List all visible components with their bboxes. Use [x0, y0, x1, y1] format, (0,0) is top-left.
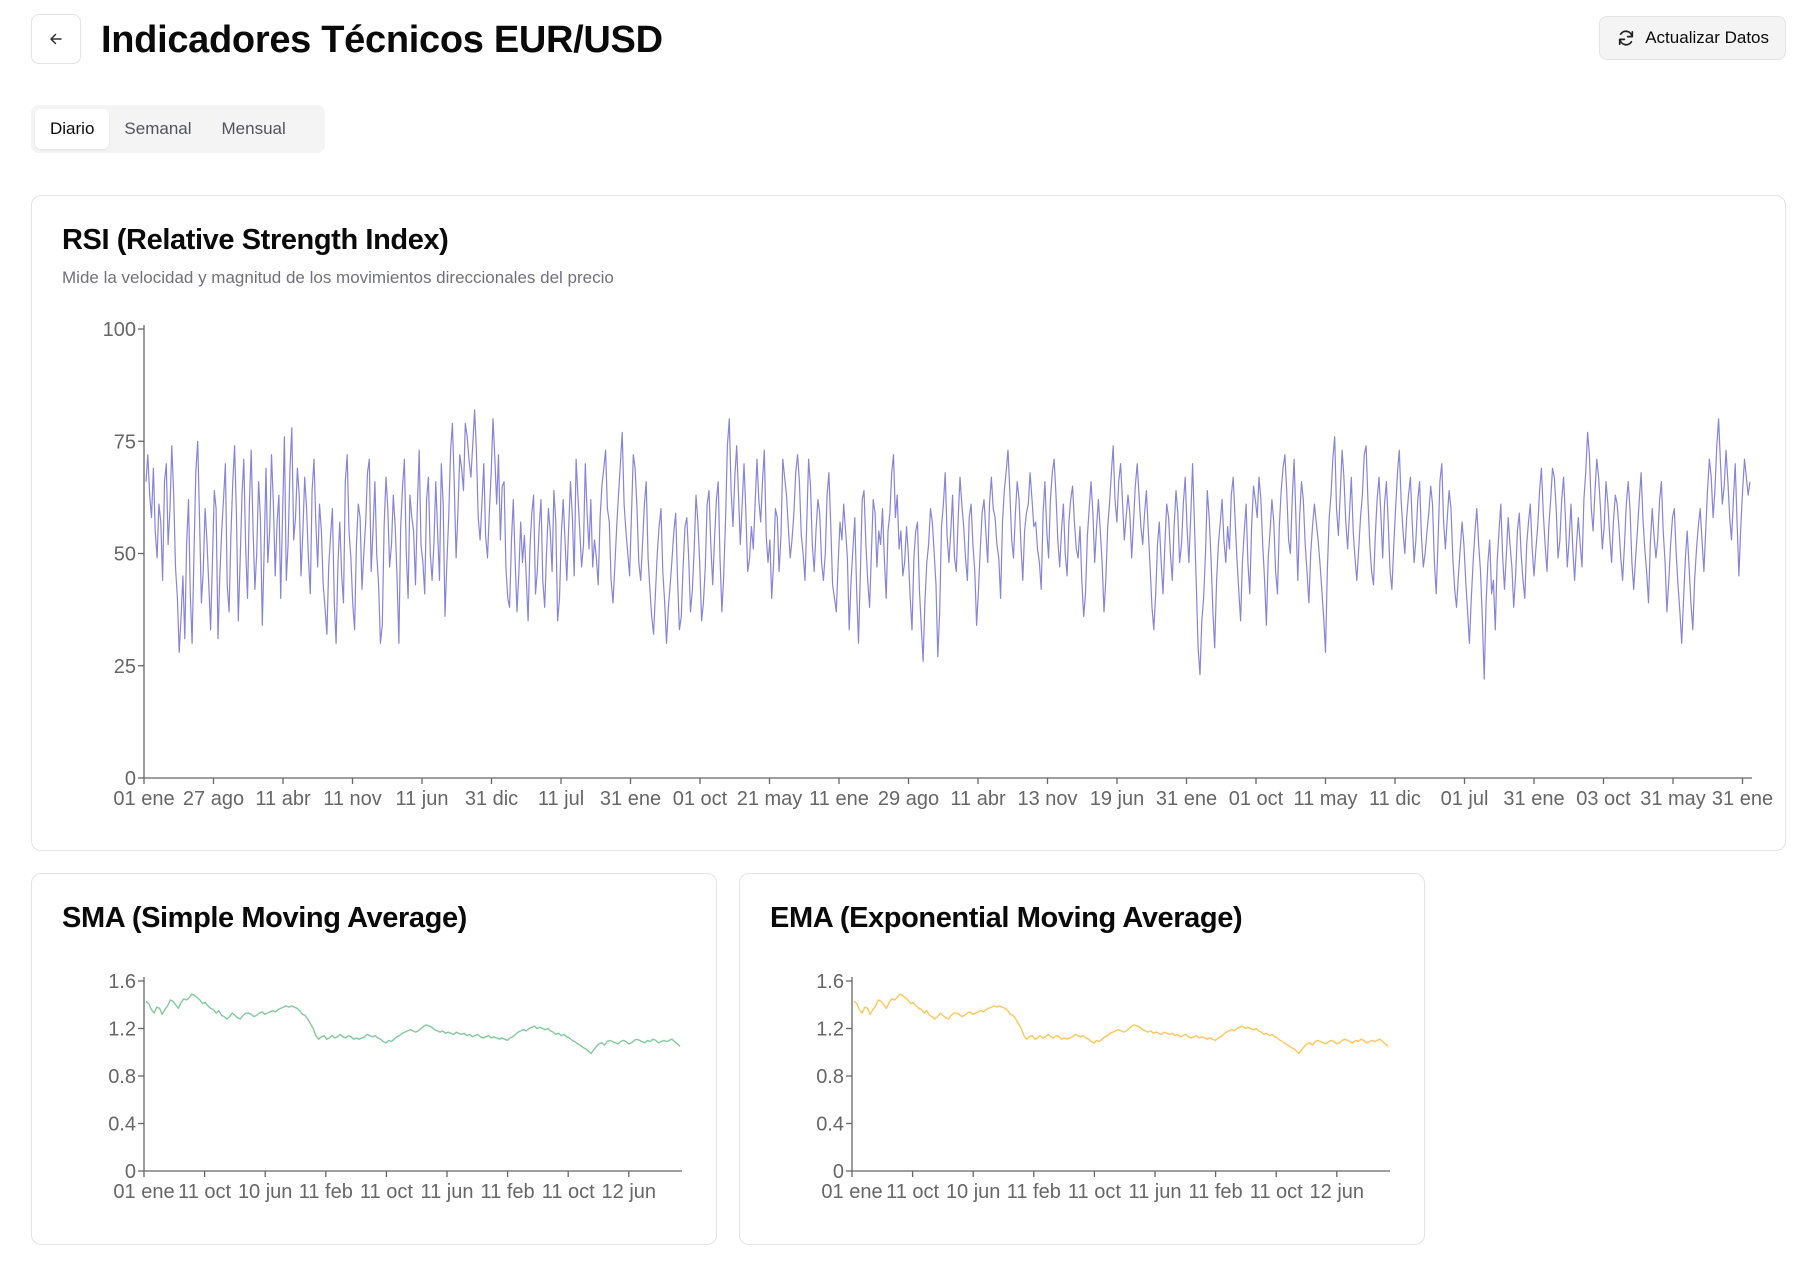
- rsi-x-tick-label: 11 dic: [1369, 788, 1421, 810]
- timeframe-tabs: Diario Semanal Mensual: [31, 105, 325, 153]
- sma-chart: 00.40.81.21.601 ene 11 oct 10 jun 11 feb 11 …: [108, 971, 682, 1203]
- sma-series-line: [145, 993, 681, 1055]
- ema-y-tick-label: 1.2: [816, 1019, 844, 1041]
- rsi-x-tick-label: 11 may: [1293, 788, 1357, 810]
- rsi-x-tick-label: 01 oct: [1229, 788, 1284, 810]
- rsi-chart: 0 25 50 75 100 01 ene 27 ago 11 abr 11 nov 11 jun…: [103, 319, 1773, 810]
- tab-semanal[interactable]: Semanal: [109, 109, 206, 149]
- ema-chart: 00.40.81.21.601 ene 11 oct 10 jun 11 feb 11 …: [816, 971, 1390, 1203]
- rsi-x-tick-label: 31 dic: [465, 788, 518, 810]
- ema-x-tick-label: 11 feb: [1007, 1181, 1061, 1203]
- sma-x-tick-label: 11 oct: [360, 1181, 413, 1203]
- rsi-x-tick-label: 11 nov: [323, 788, 382, 810]
- ema-x-tick-label: 12 jun: [1310, 1181, 1365, 1203]
- sma-y-tick-label: 0: [125, 1161, 136, 1183]
- rsi-x-tick-label: 11 jun: [395, 788, 448, 810]
- tab-diario[interactable]: Diario: [35, 109, 110, 149]
- rsi-x-tick-label: 11 jul: [538, 788, 584, 810]
- rsi-x-tick-label: 31 ene: [600, 788, 661, 810]
- sma-x-tick-label: 10 jun: [238, 1181, 293, 1203]
- tab-mensual[interactable]: Mensual: [207, 109, 301, 149]
- sma-x-tick-label: 11 oct: [542, 1181, 595, 1203]
- rsi-y-tick-label: 50: [114, 544, 136, 566]
- rsi-x-tick-label: 27 ago: [183, 788, 244, 810]
- sma-x-tick-label: 11 feb: [481, 1181, 535, 1203]
- rsi-x-tick-label: 01 jul: [1441, 788, 1489, 810]
- ema-card: EMA (Exponential Moving Average) 0 0.4 0.8…: [739, 873, 1425, 1245]
- sma-y-tick-label: 1.6: [108, 971, 136, 993]
- sma-x-tick-label: 11 feb: [299, 1181, 353, 1203]
- ema-x-tick-label: 11 feb: [1189, 1181, 1243, 1203]
- ema-y-tick-label: 0: [833, 1161, 844, 1183]
- rsi-card: RSI (Relative Strength Index) Mide la ve…: [31, 195, 1786, 851]
- rsi-x-tick-label: 19 jun: [1090, 788, 1145, 810]
- rsi-series-line: [145, 409, 1751, 680]
- rsi-x-tick-label: 31 may: [1640, 788, 1706, 810]
- rsi-x-tick-label: 11 ene: [809, 788, 869, 810]
- sma-y-tick-label: 0.4: [108, 1114, 136, 1136]
- rsi-x-tick-label: 31 ene: [1503, 788, 1564, 810]
- ema-y-tick-label: 0.8: [816, 1066, 844, 1088]
- ema-x-tick-label: 11 oct: [1068, 1181, 1121, 1203]
- rsi-x-tick-label: 31 ene: [1156, 788, 1217, 810]
- rsi-y-tick-label: 75: [114, 431, 136, 453]
- sma-x-tick-label: 01 ene: [113, 1181, 174, 1203]
- rsi-y-tick-label: 0: [125, 768, 136, 790]
- sma-y-tick-label: 1.2: [108, 1019, 136, 1041]
- back-button[interactable]: [31, 14, 81, 64]
- sma-x-tick-label: 11 jun: [420, 1181, 473, 1203]
- arrow-left-icon: [50, 33, 62, 45]
- rsi-y-tick-label: 100: [103, 319, 136, 341]
- ema-x-tick-label: 01 ene: [821, 1181, 882, 1203]
- ema-x-tick-label: 11 oct: [886, 1181, 939, 1203]
- rsi-y-tick-label: 25: [114, 656, 136, 678]
- ema-series-line: [853, 993, 1389, 1055]
- rsi-x-tick-label: 01 ene: [113, 788, 174, 810]
- ema-x-tick-label: 10 jun: [946, 1181, 1001, 1203]
- rsi-x-tick-label: 21 may: [737, 788, 803, 810]
- rsi-x-tick-label: 03 oct: [1576, 788, 1631, 810]
- page-title: Indicadores Técnicos EUR/USD: [101, 19, 663, 61]
- ema-x-tick-label: 11 oct: [1250, 1181, 1303, 1203]
- rsi-x-tick-label: 29 ago: [878, 788, 939, 810]
- refresh-button-label: Actualizar Datos: [1645, 28, 1769, 47]
- rsi-x-tick-label: 11 abr: [255, 788, 311, 810]
- sma-y-tick-label: 0.8: [108, 1066, 136, 1088]
- rsi-x-tick-label: 11 abr: [950, 788, 1006, 810]
- page-header: Indicadores Técnicos EUR/USD Actualizar …: [31, 14, 1786, 66]
- sma-x-tick-label: 11 oct: [178, 1181, 231, 1203]
- ema-x-tick-label: 11 jun: [1128, 1181, 1181, 1203]
- refresh-data-button[interactable]: Actualizar Datos: [1599, 16, 1786, 60]
- rsi-x-tick-label: 13 nov: [1017, 788, 1077, 810]
- rsi-x-tick-label: 01 oct: [673, 788, 728, 810]
- refresh-icon: [1619, 30, 1634, 46]
- sma-x-tick-label: 12 jun: [602, 1181, 657, 1203]
- sma-card: SMA (Simple Moving Average) 0 0.4 0.8 1.2 1.…: [31, 873, 717, 1245]
- rsi-x-tick-label: 31 ene: [1712, 788, 1773, 810]
- ema-y-tick-label: 0.4: [816, 1114, 844, 1136]
- ema-y-tick-label: 1.6: [816, 971, 844, 993]
